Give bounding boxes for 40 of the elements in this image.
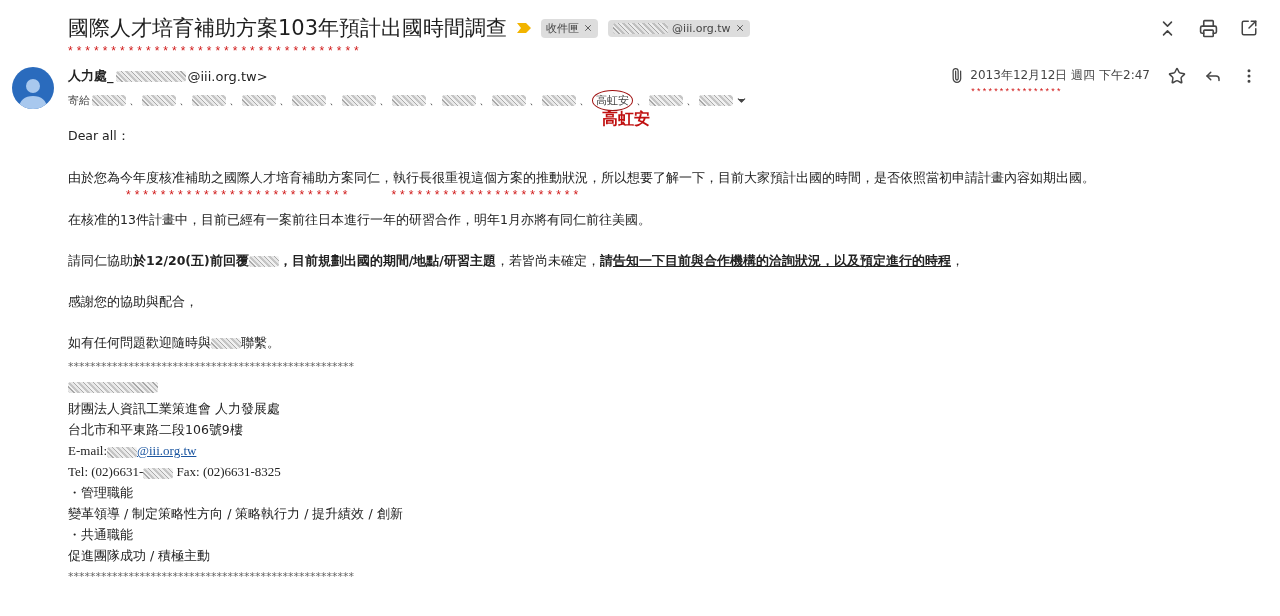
signature-line: Tel: (02)6631- Fax: (02)6631-8325 bbox=[68, 463, 282, 481]
body-paragraph: 如有任何問題歡迎隨時與 聯繫。 bbox=[68, 334, 280, 352]
body-paragraph: 請同仁協助於12/20(五)前回覆 ，目前規劃出國的期間/地點/研習主題，若皆尚未確定，請告知一下目前與合作機構的洽詢狀況，以及預定進行的時程， bbox=[68, 252, 964, 270]
redaction-blur bbox=[115, 70, 186, 82]
signature-line: 促進團隊成功 / 積極主動 bbox=[68, 547, 212, 565]
signature-line: ・共通職能 bbox=[68, 526, 134, 544]
body-paragraph: 在核准的13件計畫中，目前已經有一案前往日本進行一年的研習合作，明年1月亦將有同仁前往美國。 bbox=[68, 211, 651, 229]
signature-divider: **************************************************** bbox=[68, 569, 355, 585]
email-subject: 國際人才培育補助方案103年預計出國時間調查 bbox=[68, 15, 508, 42]
signature-divider: **************************************************** bbox=[68, 359, 355, 375]
redaction-blur bbox=[107, 446, 137, 458]
annotation-asterisks: ********************** bbox=[391, 189, 583, 201]
remove-label-icon[interactable] bbox=[583, 23, 594, 33]
remove-label-icon[interactable] bbox=[734, 23, 745, 33]
email-link[interactable]: @iii.org.tw bbox=[137, 443, 197, 458]
message-date: 2013年12月12日 週四 下午2:47 bbox=[970, 67, 1150, 84]
annotation-asterisks: ********************************** bbox=[68, 45, 364, 57]
signature-line: 變革領導 / 制定策略性方向 / 策略執行力 / 提升績效 / 創新 bbox=[68, 505, 404, 523]
open-in-new-window-icon[interactable] bbox=[1240, 18, 1258, 37]
sender-address: @iii.org.tw> bbox=[187, 68, 268, 84]
greeting: Dear all： bbox=[68, 127, 130, 145]
print-icon[interactable] bbox=[1199, 18, 1218, 38]
redaction-blur bbox=[248, 256, 279, 267]
avatar bbox=[12, 67, 54, 109]
star-icon[interactable] bbox=[1168, 67, 1186, 85]
signature-line: 台北市和平東路二段106號9樓 bbox=[68, 421, 244, 439]
signature-line: ・管理職能 bbox=[68, 484, 134, 502]
sender-name: 人力處_ bbox=[68, 67, 114, 85]
label-chip[interactable]: @iii.org.tw bbox=[608, 19, 750, 37]
redaction-blur bbox=[211, 338, 241, 349]
recipients-prefix: 寄給 bbox=[68, 93, 90, 108]
redaction-blur bbox=[143, 467, 174, 479]
body-paragraph: 由於您為今年度核准補助之國際人才培育補助方案同仁，執行長很重視這個方案的推動狀況，所以想要了解一下，目前大家預計出國的時間，是否依照當初申請計畫內容如期出國。 bbox=[68, 169, 1095, 187]
signature-line: 財團法人資訊工業策進會 人力發展處 bbox=[68, 400, 281, 418]
annotation-asterisks: **************** bbox=[971, 87, 1064, 96]
annotation-label: 高虹安 bbox=[602, 109, 650, 130]
body-paragraph: 感謝您的協助與配合， bbox=[68, 293, 198, 311]
annotation-asterisks: ************************** bbox=[126, 189, 352, 201]
label-chip[interactable]: 收件匣 bbox=[541, 18, 599, 38]
signature-line: E-mail: @iii.org.tw bbox=[68, 442, 198, 460]
